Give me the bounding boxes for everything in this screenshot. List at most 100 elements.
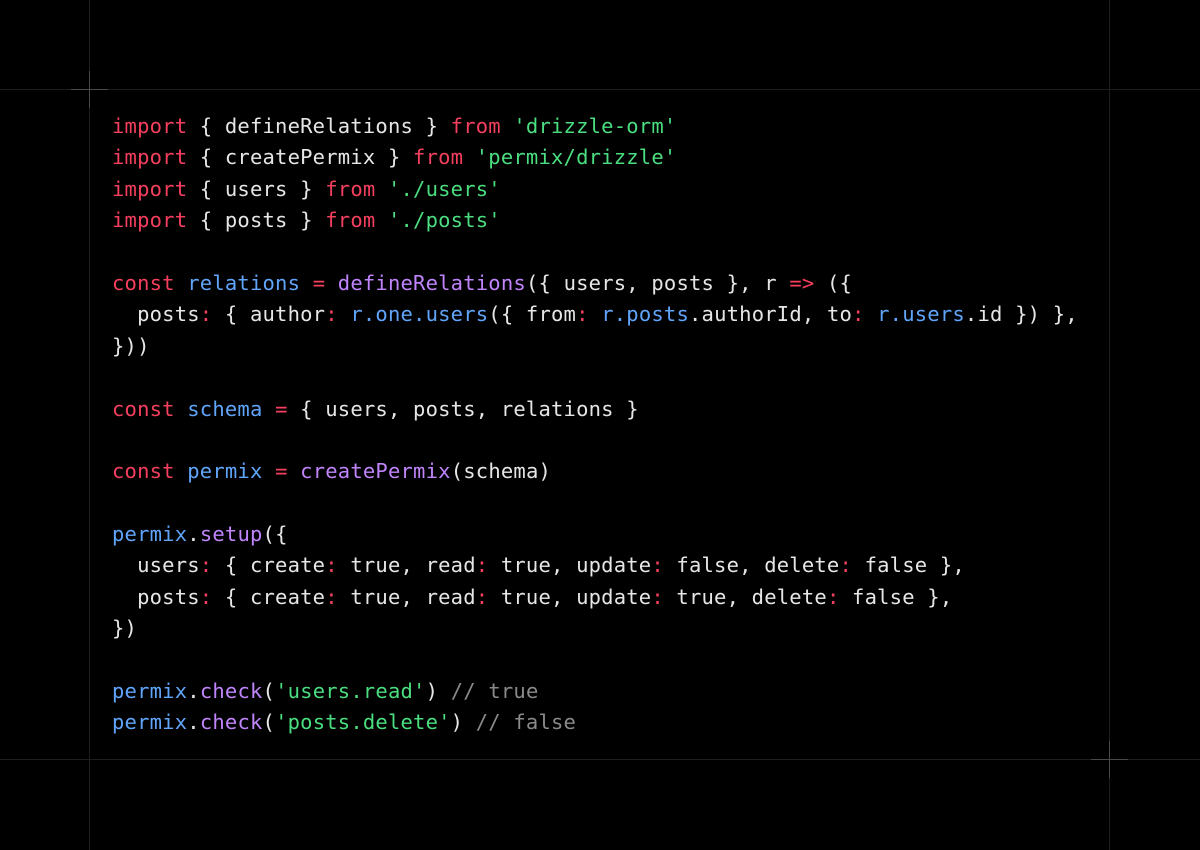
code-token: { createPermix } (187, 145, 414, 170)
code-line: const schema = { users, posts, relations… (112, 394, 1078, 425)
code-token: permix (112, 710, 188, 735)
code-token: createPermix (300, 459, 451, 484)
code-token: : (199, 553, 213, 578)
code-token: { posts } (187, 208, 326, 233)
code-token: = (275, 459, 288, 484)
code-token: .id }) }, (964, 302, 1078, 327)
code-token: schema (187, 396, 263, 421)
code-line: })) (112, 331, 1078, 362)
code-line: const permix = createPermix(schema) (112, 456, 1078, 487)
code-token: true, update (488, 553, 652, 578)
code-token: // false (475, 710, 577, 735)
code-line: posts: { create: true, read: true, updat… (112, 582, 1078, 613)
code-token: import (112, 114, 188, 138)
code-token: permix (112, 679, 188, 704)
guide-line-bottom (0, 759, 1200, 760)
code-token: : (826, 584, 840, 609)
code-token: r.posts (601, 302, 689, 327)
code-token: .authorId, to (688, 302, 853, 327)
code-token: 'posts.delete' (275, 710, 451, 735)
code-token: true, delete (663, 584, 827, 609)
guide-line-right (1109, 0, 1110, 850)
code-token: => (789, 270, 815, 295)
code-token: const (112, 270, 175, 295)
code-token: : (852, 302, 865, 327)
code-line: import { posts } from './posts' (112, 205, 1078, 236)
code-token: ) (425, 679, 451, 704)
code-token: from (413, 145, 464, 170)
code-token: false }, (852, 553, 965, 578)
code-token: : (199, 302, 213, 327)
code-line: posts: { author: r.one.users({ from: r.p… (112, 299, 1078, 330)
code-token: : (839, 553, 853, 578)
code-token: posts (112, 584, 200, 609)
code-token: false }, (839, 584, 953, 609)
code-token: permix (187, 459, 263, 484)
guide-line-top (0, 89, 1200, 90)
code-token: { create (212, 553, 326, 578)
code-token: ( (262, 710, 276, 735)
code-token: 'drizzle-orm' (513, 114, 677, 138)
code-token: ({ (262, 522, 288, 547)
code-line: const relations = defineRelations({ user… (112, 268, 1078, 299)
code-token: = (312, 270, 326, 295)
code-token: posts (112, 302, 200, 327)
code-token: { defineRelations } (187, 114, 451, 138)
code-token: import (112, 176, 188, 201)
code-token: import (112, 208, 188, 233)
code-line: import { users } from './users' (112, 174, 1078, 205)
code-token: : (651, 584, 664, 609)
code-token: check (199, 679, 263, 704)
code-token: . (187, 679, 200, 704)
code-line: import { createPermix } from 'permix/dri… (112, 142, 1078, 173)
code-line: users: { create: true, read: true, updat… (112, 550, 1078, 581)
code-token: { author (212, 302, 326, 327)
code-line: permix.check('users.read') // true (112, 676, 1078, 707)
code-token: r.one.users (350, 302, 489, 327)
code-token: : (475, 553, 489, 578)
code-token: ({ from (488, 302, 577, 327)
code-token: check (199, 710, 263, 735)
code-token: const (112, 396, 175, 421)
code-token: 'permix/drizzle' (475, 145, 677, 170)
code-block: import { defineRelations } from 'drizzle… (112, 111, 1078, 739)
code-line: }) (112, 613, 1078, 644)
code-token: : (576, 302, 589, 327)
code-token: './users' (387, 176, 501, 201)
code-token: users (112, 553, 200, 578)
code-token: setup (199, 522, 263, 547)
code-token: defineRelations (337, 270, 526, 295)
code-token: : (325, 302, 338, 327)
crosshair-bottom-right-icon (1091, 741, 1128, 778)
code-line: permix.setup({ (112, 519, 1078, 550)
code-token: { users, posts, relations } (287, 396, 639, 421)
code-token: true, read (337, 553, 476, 578)
code-token: './posts' (387, 208, 501, 233)
code-token: relations (187, 270, 301, 295)
code-token: : (651, 553, 664, 578)
code-token: r.users (877, 302, 965, 327)
code-token: true, update (488, 584, 652, 609)
code-token: ) (450, 710, 476, 735)
code-token: ({ (814, 270, 853, 295)
code-token: : (325, 584, 338, 609)
code-line: import { defineRelations } from 'drizzle… (112, 111, 1078, 142)
code-token: from (325, 208, 376, 233)
